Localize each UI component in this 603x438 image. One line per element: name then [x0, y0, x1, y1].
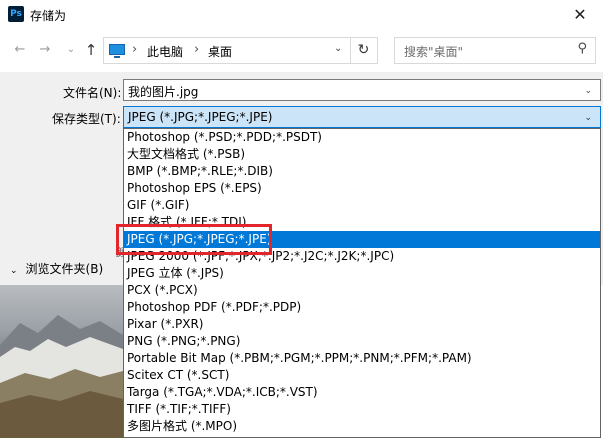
- filetype-option[interactable]: 多图片格式 (*.MPO): [124, 418, 600, 435]
- filetype-option[interactable]: IFF 格式 (*.IFF;*.TDI): [124, 214, 600, 231]
- breadcrumb-desktop[interactable]: 桌面: [208, 43, 232, 60]
- chevron-down-icon: ⌄: [10, 266, 18, 276]
- search-icon[interactable]: ⚲: [577, 41, 587, 56]
- breadcrumb-this-pc[interactable]: 此电脑: [147, 43, 183, 60]
- filetype-option[interactable]: Photoshop (*.PSD;*.PDD;*.PSDT): [124, 129, 600, 146]
- mountain-landscape-graphic: [0, 315, 123, 438]
- filetype-select[interactable]: JPEG (*.JPG;*.JPEG;*.JPE) ⌄: [123, 106, 601, 128]
- filename-value[interactable]: 我的图片.jpg: [128, 83, 198, 100]
- filetype-value: JPEG (*.JPG;*.JPEG;*.JPE): [128, 110, 273, 124]
- forward-arrow-icon[interactable]: →: [36, 40, 54, 60]
- browse-folders-toggle[interactable]: ⌄ 浏览文件夹(B): [10, 260, 103, 277]
- filetype-option[interactable]: JPEG 2000 (*.JPF;*.JPX;*.JP2;*.J2C;*.J2K…: [124, 248, 600, 265]
- filetype-dropdown-icon[interactable]: ⌄: [584, 113, 592, 123]
- title-bar: Ps 存储为 ✕: [0, 0, 603, 30]
- filetype-option[interactable]: Photoshop PDF (*.PDF;*.PDP): [124, 299, 600, 316]
- address-dropdown-icon[interactable]: ⌄: [334, 43, 342, 54]
- up-arrow-icon[interactable]: ↑: [82, 40, 100, 60]
- recent-locations-chevron-icon[interactable]: ⌄: [62, 40, 80, 60]
- filename-label: 文件名(N):: [63, 86, 122, 100]
- photoshop-app-icon: Ps: [8, 6, 24, 22]
- filetype-label: 保存类型(T):: [52, 112, 121, 126]
- computer-icon: [109, 44, 125, 58]
- window-title: 存储为: [30, 9, 67, 23]
- filetype-option[interactable]: Photoshop EPS (*.EPS): [124, 180, 600, 197]
- address-bar[interactable]: › 此电脑 › 桌面: [103, 37, 351, 64]
- filename-dropdown-icon[interactable]: ⌄: [584, 86, 592, 96]
- search-placeholder: 搜索"桌面": [404, 45, 464, 59]
- refresh-icon[interactable]: ↻: [350, 37, 378, 64]
- filetype-option[interactable]: 大型文档格式 (*.PSB): [124, 146, 600, 163]
- filetype-option[interactable]: PNG (*.PNG;*.PNG): [124, 333, 600, 350]
- close-button[interactable]: ✕: [557, 0, 603, 30]
- filetype-option[interactable]: BMP (*.BMP;*.RLE;*.DIB): [124, 163, 600, 180]
- filetype-option[interactable]: Portable Bit Map (*.PBM;*.PGM;*.PPM;*.PN…: [124, 350, 600, 367]
- filetype-option[interactable]: GIF (*.GIF): [124, 197, 600, 214]
- background-landscape-image: [0, 285, 123, 438]
- back-arrow-icon[interactable]: ←: [11, 40, 29, 60]
- browse-folders-label: 浏览文件夹(B): [25, 262, 104, 276]
- filetype-option[interactable]: PCX (*.PCX): [124, 282, 600, 299]
- filename-field[interactable]: 我的图片.jpg ⌄: [123, 79, 601, 101]
- search-box[interactable]: 搜索"桌面" ⚲: [394, 37, 596, 64]
- navigation-bar: ← → ⌄ ↑ › 此电脑 › 桌面 ⌄ ↻ 搜索"桌面" ⚲: [0, 30, 603, 72]
- filetype-dropdown-list[interactable]: Photoshop (*.PSD;*.PDD;*.PSDT) 大型文档格式 (*.…: [123, 128, 601, 438]
- breadcrumb-separator-icon: ›: [194, 42, 200, 57]
- breadcrumb-separator-icon: ›: [132, 42, 138, 57]
- filetype-option[interactable]: JPEG 立体 (*.JPS): [124, 265, 600, 282]
- filetype-option[interactable]: TIFF (*.TIF;*.TIFF): [124, 401, 600, 418]
- filetype-option[interactable]: Targa (*.TGA;*.VDA;*.ICB;*.VST): [124, 384, 600, 401]
- filetype-option[interactable]: Pixar (*.PXR): [124, 316, 600, 333]
- filetype-option[interactable]: Scitex CT (*.SCT): [124, 367, 600, 384]
- filetype-option-selected[interactable]: JPEG (*.JPG;*.JPEG;*.JPE): [124, 231, 600, 248]
